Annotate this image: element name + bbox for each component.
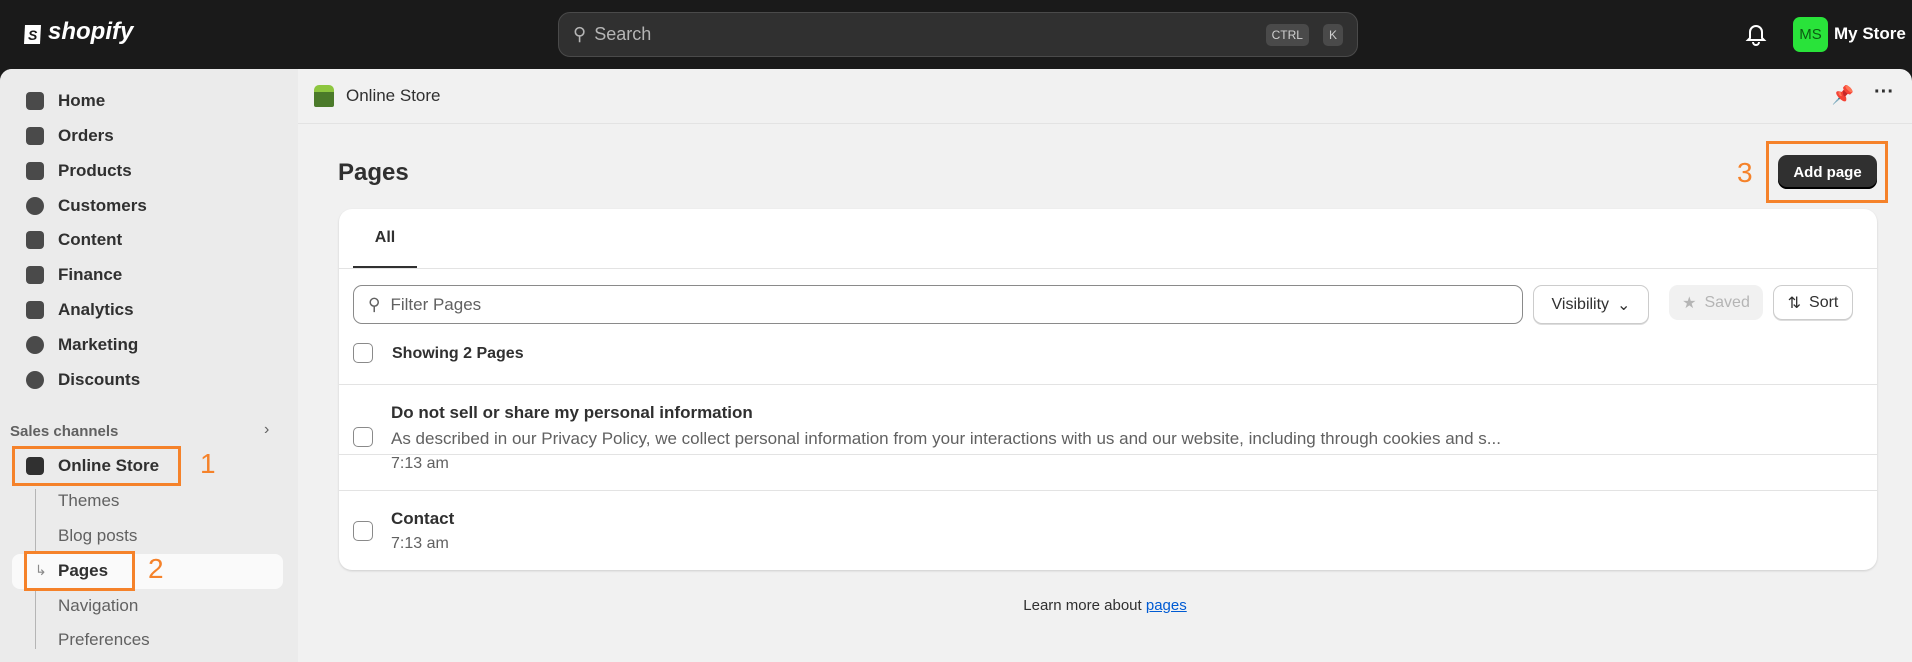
- label: Products: [58, 161, 132, 180]
- label: Home: [58, 91, 106, 110]
- label: Customers: [58, 196, 147, 215]
- sidebar-item-customers[interactable]: Customers: [26, 196, 147, 216]
- annotation-box-1: [12, 446, 181, 486]
- sales-channels-heading: Sales channels: [10, 423, 119, 440]
- select-all-checkbox[interactable]: [353, 343, 373, 363]
- row-checkbox[interactable]: [353, 427, 373, 447]
- sort-icon: ⇅: [1787, 294, 1802, 312]
- pages-help-link[interactable]: pages: [1146, 597, 1187, 614]
- label: Sort: [1809, 293, 1839, 311]
- image-icon: [26, 231, 44, 249]
- main-frame: Home Orders Products Customers Content F…: [0, 69, 1912, 662]
- shopify-logo[interactable]: S shopify: [22, 18, 133, 46]
- label: Marketing: [58, 335, 139, 354]
- add-page-button[interactable]: Add page: [1778, 155, 1877, 189]
- annotation-box-2: [24, 551, 135, 591]
- learn-more-text: Learn more about: [1023, 597, 1142, 614]
- sidebar-item-orders[interactable]: Orders: [26, 126, 114, 146]
- svg-text:S: S: [28, 27, 38, 43]
- showing-count: Showing 2 Pages: [392, 345, 524, 362]
- chevron-right-icon[interactable]: ›: [264, 421, 269, 439]
- bank-icon: [26, 266, 44, 284]
- row-title[interactable]: Contact: [391, 509, 454, 529]
- sidebar-item-products[interactable]: Products: [26, 161, 132, 181]
- sidebar-item-finance[interactable]: Finance: [26, 265, 122, 285]
- bell-icon[interactable]: [1745, 22, 1767, 46]
- saved-button[interactable]: ★ Saved: [1669, 285, 1763, 320]
- avatar[interactable]: MS: [1793, 17, 1828, 52]
- annotation-label-2: 2: [148, 553, 164, 584]
- pages-card: All ⚲ Filter Pages Visibility ⌄ ★ Saved ⇅ So…: [339, 209, 1877, 570]
- annotation-label-1: 1: [200, 448, 216, 479]
- sort-button[interactable]: ⇅ Sort: [1773, 285, 1853, 320]
- label: Orders: [58, 126, 114, 145]
- label: Analytics: [58, 300, 134, 319]
- page-title: Pages: [338, 159, 409, 186]
- sidebar: Home Orders Products Customers Content F…: [0, 69, 298, 662]
- label: Discounts: [58, 370, 141, 389]
- search-icon: ⚲: [368, 294, 381, 314]
- person-icon: [26, 197, 44, 215]
- row-checkbox[interactable]: [353, 521, 373, 541]
- target-icon: [26, 336, 44, 354]
- label: Content: [58, 230, 123, 249]
- sidebar-item-discounts[interactable]: Discounts: [26, 370, 140, 390]
- table-row[interactable]: Do not sell or share my personal informa…: [339, 385, 1877, 490]
- sidebar-item-content[interactable]: Content: [26, 230, 122, 250]
- table-row[interactable]: Contact 7:13 am: [339, 491, 1877, 570]
- logo-text: shopify: [48, 18, 134, 45]
- sidebar-item-home[interactable]: Home: [26, 91, 105, 111]
- search-placeholder: Search: [594, 24, 652, 44]
- search-icon: ⚲: [573, 24, 587, 44]
- search-input[interactable]: ⚲ Search CTRL K: [558, 12, 1358, 57]
- pin-icon[interactable]: 📌: [1832, 85, 1854, 106]
- app-header: Online Store 📌 ···: [298, 69, 1912, 124]
- home-icon: [26, 92, 44, 110]
- sidebar-item-analytics[interactable]: Analytics: [26, 300, 134, 320]
- row-time: 7:13 am: [391, 535, 449, 552]
- sidebar-item-marketing[interactable]: Marketing: [26, 335, 138, 355]
- store-name[interactable]: My Store: [1834, 24, 1906, 44]
- row-time: 7:13 am: [391, 455, 449, 472]
- tag-icon: [26, 162, 44, 180]
- ctrl-key: CTRL: [1265, 23, 1309, 46]
- filter-placeholder: Filter Pages: [390, 294, 482, 314]
- annotation-label-3: 3: [1737, 157, 1753, 188]
- sidebar-subitem-themes[interactable]: Themes: [58, 491, 119, 511]
- filter-input[interactable]: ⚲ Filter Pages: [353, 285, 1523, 324]
- bar-chart-icon: [26, 301, 44, 319]
- more-icon[interactable]: ···: [1874, 81, 1894, 104]
- label: Saved: [1704, 293, 1750, 311]
- sidebar-subitem-preferences[interactable]: Preferences: [58, 630, 150, 650]
- tab-all[interactable]: All: [353, 209, 417, 268]
- k-key: K: [1322, 23, 1343, 46]
- online-store-icon: [314, 85, 334, 107]
- chevron-down-icon: ⌄: [1617, 296, 1631, 314]
- discount-icon: [26, 371, 44, 389]
- star-icon: ★: [1682, 294, 1697, 312]
- visibility-dropdown[interactable]: Visibility ⌄: [1533, 285, 1649, 324]
- shopify-bag-icon: S: [24, 25, 41, 44]
- top-bar: S shopify ⚲ Search CTRL K MS My Store: [0, 0, 1912, 69]
- label: Visibility: [1551, 295, 1610, 313]
- row-description: As described in our Privacy Policy, we c…: [391, 429, 1501, 448]
- inbox-icon: [26, 127, 44, 145]
- row-title[interactable]: Do not sell or share my personal informa…: [391, 403, 753, 423]
- divider: [339, 268, 1877, 269]
- app-title: Online Store: [346, 86, 441, 105]
- sidebar-subitem-blog-posts[interactable]: Blog posts: [58, 526, 137, 546]
- learn-more: Learn more about pages: [0, 597, 1912, 614]
- label: Finance: [58, 265, 123, 284]
